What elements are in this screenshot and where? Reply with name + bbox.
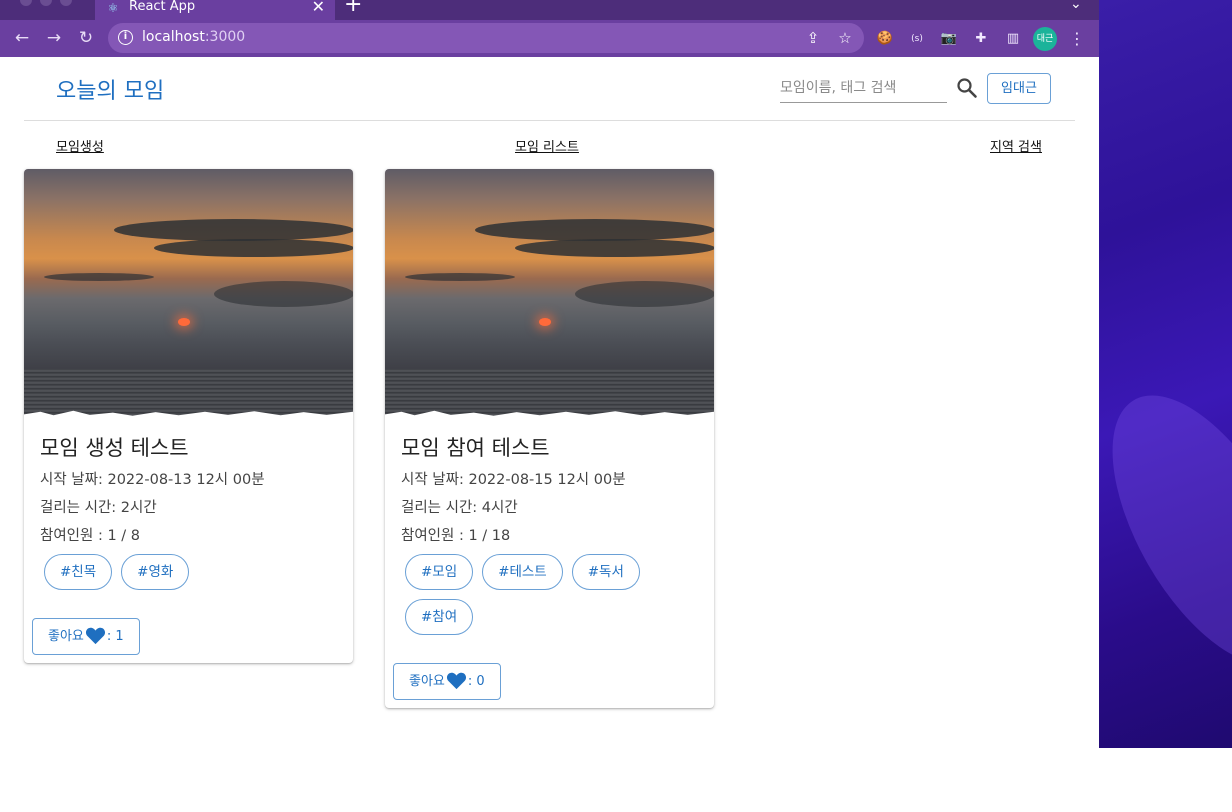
card-start-date: 시작 날짜: 2022-08-13 12시 00분 [40, 472, 265, 488]
browser-toolbar: ← → ↻ i localhost:3000 ⇪ ☆ 🍪 (s) 📷 ✚ ▥ 대… [0, 20, 1099, 57]
like-label: 좋아요 [48, 629, 84, 644]
card-duration: 걸리는 시간: 4시간 [401, 500, 518, 516]
meeting-card[interactable]: 모임 생성 테스트 시작 날짜: 2022-08-13 12시 00분 걸리는 … [24, 169, 353, 663]
like-label: 좋아요 [409, 674, 445, 689]
back-icon[interactable]: ← [10, 26, 34, 50]
info-icon[interactable]: i [118, 30, 133, 45]
sunset-image [24, 169, 353, 418]
window-minimize-control[interactable] [40, 0, 52, 6]
address-bar[interactable]: i localhost:3000 ⇪ ☆ [108, 23, 864, 53]
card-members: 참여인원 : 1 / 8 [40, 528, 141, 544]
browser-tab[interactable]: ⚛ React App ✕ [95, 0, 335, 20]
side-panel-icon[interactable]: ▥ [1002, 28, 1024, 50]
header-divider [24, 120, 1075, 121]
chevron-down-icon[interactable]: ⌄ [1070, 0, 1082, 12]
cookie-extension-icon[interactable]: 🍪 [874, 28, 896, 50]
window-zoom-control[interactable] [60, 0, 72, 6]
tag-chip[interactable]: #참여 [405, 599, 474, 635]
tag-chip[interactable]: #모임 [405, 554, 474, 590]
close-icon[interactable]: ✕ [312, 0, 325, 15]
camera-icon[interactable]: 📷 [938, 28, 960, 50]
new-tab-icon[interactable]: + [344, 0, 362, 17]
tag-chip[interactable]: #친목 [44, 554, 113, 590]
profile-avatar[interactable]: 대근 [1033, 27, 1057, 51]
heart-icon [85, 627, 105, 645]
nav-create-link[interactable]: 모임생성 [56, 136, 104, 155]
card-duration: 걸리는 시간: 2시간 [40, 500, 157, 516]
reload-icon[interactable]: ↻ [74, 26, 98, 50]
menu-kebab-icon[interactable]: ⋮ [1066, 28, 1088, 50]
card-start-date: 시작 날짜: 2022-08-15 12시 00분 [401, 472, 626, 488]
url-text[interactable]: localhost:3000 [142, 29, 245, 45]
nav-region-search-link[interactable]: 지역 검색 [990, 136, 1042, 155]
browser-window: ⚛ React App ✕ + ⌄ ← → ↻ i localhost:3000… [0, 0, 1099, 748]
like-button[interactable]: 좋아요 : 1 [32, 618, 140, 655]
nav-list-link[interactable]: 모임 리스트 [515, 136, 579, 155]
react-icon: ⚛ [107, 1, 119, 15]
page-content: 오늘의 모임 임대근 모임생성 모임 리스트 지역 검색 [0, 57, 1099, 748]
desktop-wallpaper [1073, 0, 1232, 748]
tag-chip[interactable]: #테스트 [482, 554, 563, 590]
tag-chip[interactable]: #독서 [571, 554, 640, 590]
brand-title[interactable]: 오늘의 모임 [56, 73, 164, 105]
user-button[interactable]: 임대근 [987, 73, 1051, 104]
desktop: ⚛ React App ✕ + ⌄ ← → ↻ i localhost:3000… [0, 0, 1232, 812]
sunset-image [385, 169, 714, 418]
heart-icon [446, 672, 466, 690]
window-close-control[interactable] [20, 0, 32, 6]
puzzle-extensions-icon[interactable]: ✚ [970, 28, 992, 50]
bookmark-star-icon[interactable]: ☆ [834, 27, 856, 49]
like-count: : 1 [106, 629, 124, 644]
share-icon[interactable]: ⇪ [802, 27, 824, 49]
card-title: 모임 참여 테스트 [401, 436, 550, 460]
tag-list: #친목 #영화 [40, 554, 337, 590]
like-button[interactable]: 좋아요 : 0 [393, 663, 501, 700]
tab-bar: ⚛ React App ✕ + ⌄ [0, 0, 1099, 20]
extension-icon[interactable]: (s) [906, 28, 928, 50]
like-count: : 0 [467, 674, 485, 689]
tab-title: React App [129, 0, 196, 14]
search-input[interactable] [780, 73, 947, 103]
forward-icon[interactable]: → [42, 26, 66, 50]
card-members: 참여인원 : 1 / 18 [401, 528, 511, 544]
card-title: 모임 생성 테스트 [40, 436, 189, 460]
meeting-card[interactable]: 모임 참여 테스트 시작 날짜: 2022-08-15 12시 00분 걸리는 … [385, 169, 714, 708]
tag-list: #모임 #테스트 #독서 #참여 [401, 554, 698, 635]
tag-chip[interactable]: #영화 [121, 554, 190, 590]
search-icon[interactable] [955, 76, 979, 100]
